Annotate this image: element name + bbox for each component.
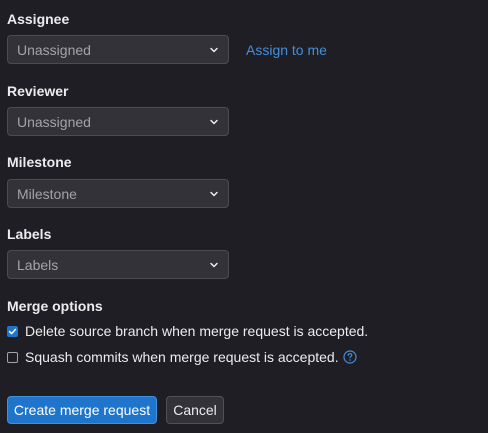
merge-options-label: Merge options (7, 298, 103, 314)
squash-commits-checkbox[interactable] (7, 351, 18, 363)
reviewer-value: Unassigned (17, 114, 91, 130)
labels-dropdown[interactable]: Labels (7, 250, 229, 279)
delete-source-branch-text: Delete source branch when merge request … (25, 323, 369, 339)
checkmark-icon (8, 328, 17, 334)
labels-label: Labels (7, 226, 52, 242)
milestone-dropdown[interactable]: Milestone (7, 179, 229, 208)
merge-request-form: Assignee Unassigned Assign to me Reviewe… (0, 0, 488, 433)
milestone-label: Milestone (7, 154, 72, 170)
create-merge-request-button[interactable]: Create merge request (7, 396, 157, 424)
labels-value: Labels (17, 257, 59, 273)
assign-to-me-link[interactable]: Assign to me (246, 42, 327, 58)
reviewer-label: Reviewer (7, 83, 69, 99)
delete-source-branch-option: Delete source branch when merge request … (7, 323, 368, 339)
squash-commits-text: Squash commits when merge request is acc… (25, 349, 339, 365)
question-circle-icon[interactable] (343, 350, 357, 364)
squash-commits-option: Squash commits when merge request is acc… (7, 349, 357, 365)
chevron-down-icon (210, 119, 218, 125)
delete-source-branch-checkbox[interactable] (7, 325, 18, 337)
chevron-down-icon (210, 191, 218, 197)
chevron-down-icon (210, 262, 218, 268)
assignee-dropdown[interactable]: Unassigned (7, 35, 229, 64)
cancel-button[interactable]: Cancel (166, 396, 224, 424)
assignee-value: Unassigned (17, 42, 91, 58)
reviewer-dropdown[interactable]: Unassigned (7, 107, 229, 136)
chevron-down-icon (210, 47, 218, 53)
assignee-label: Assignee (7, 11, 70, 27)
milestone-value: Milestone (17, 186, 77, 202)
